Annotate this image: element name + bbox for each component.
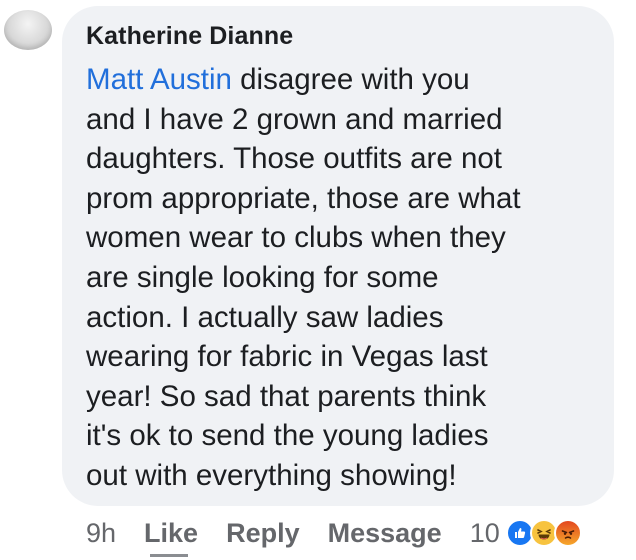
comment-line: daughters. Those outfits are not <box>86 142 502 176</box>
comment-author[interactable]: Katherine Dianne <box>86 22 293 51</box>
cropped-edge-fragment <box>150 554 188 560</box>
comment-line: and I have 2 grown and married <box>86 102 503 136</box>
angry-icon <box>553 519 582 547</box>
timestamp[interactable]: 9h <box>86 518 116 549</box>
mention-link[interactable]: Matt Austin <box>86 63 232 96</box>
comment-text: Matt Austin disagree with you and I have … <box>86 60 606 496</box>
comment-line: action. I actually saw ladies <box>86 300 444 334</box>
like-button[interactable]: Like <box>144 518 198 549</box>
message-button[interactable]: Message <box>328 518 442 549</box>
comment-line: year! So sad that parents think <box>86 379 487 413</box>
comment-screenshot: Katherine Dianne Matt Austin disagree wi… <box>0 0 636 560</box>
comment-line: it's ok to send the young ladies <box>86 419 489 453</box>
comment-line: out with everything showing! <box>86 458 457 492</box>
comment-actions: 9h Like Reply Message 10 <box>86 515 582 551</box>
reply-button[interactable]: Reply <box>226 518 300 549</box>
comment-line: disagree with you <box>231 63 470 96</box>
reaction-count[interactable]: 10 <box>470 518 500 549</box>
comment-line: wearing for fabric in Vegas last <box>86 340 488 374</box>
comment-line: women wear to clubs when they <box>86 221 506 255</box>
comment-line: prom appropriate, those are what <box>86 181 521 215</box>
comment-line: are single looking for some <box>86 260 439 294</box>
reactions-summary[interactable] <box>505 519 582 547</box>
avatar[interactable] <box>4 10 52 50</box>
